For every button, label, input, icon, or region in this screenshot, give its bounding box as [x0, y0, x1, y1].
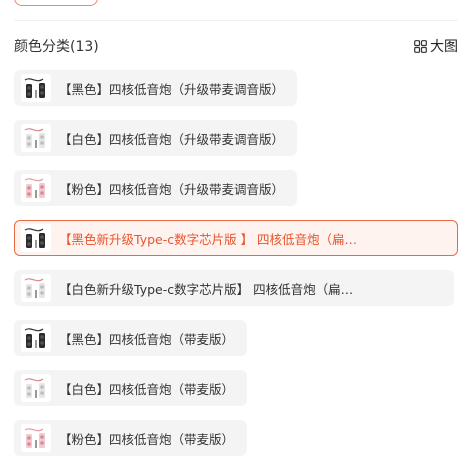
speaker-cone	[27, 386, 31, 390]
speaker-cone	[27, 392, 31, 396]
option-label: 【粉色】四核低音炮（升级带麦调音版）	[59, 181, 285, 197]
speaker-thumbnail	[21, 324, 51, 352]
speaker-cone	[40, 241, 44, 245]
speaker-cone	[40, 135, 44, 139]
speaker-stand	[35, 240, 37, 248]
color-category-header: 颜色分类(13) 大图	[14, 36, 458, 56]
color-option[interactable]: 【粉色】四核低音炮（带麦版）	[14, 420, 248, 456]
speaker-cone	[40, 185, 44, 189]
speaker-cone	[27, 192, 31, 196]
speaker-left	[26, 184, 32, 198]
speaker-stand	[35, 290, 37, 298]
speaker-left	[26, 334, 32, 348]
color-option[interactable]: 【黑色】四核低音炮（带麦版）	[14, 320, 248, 356]
color-category-title: 颜色分类(13)	[14, 39, 99, 55]
option-label: 【粉色】四核低音炮（带麦版）	[59, 431, 235, 447]
speaker-cone	[40, 191, 44, 195]
option-label: 【黑色】四核低音炮（升级带麦调音版）	[59, 81, 285, 97]
speaker-stand	[35, 390, 37, 398]
speaker-cone	[40, 235, 44, 239]
speaker-cone	[27, 236, 31, 240]
speaker-cone	[40, 141, 44, 145]
speaker-cone	[40, 91, 44, 95]
speaker-cone	[27, 292, 31, 296]
speaker-cone	[27, 142, 31, 146]
color-option[interactable]: 【白色】四核低音炮（带麦版）	[14, 370, 248, 406]
speaker-stand	[35, 440, 37, 448]
color-option[interactable]: 【白色】四核低音炮（升级带麦调音版）	[14, 120, 298, 156]
speaker-thumbnail	[21, 224, 51, 252]
color-option-selected[interactable]: 【黑色新升级Type-c数字芯片版 】 四核低音炮（扁…	[14, 220, 458, 256]
color-option[interactable]: 【黑色】四核低音炮（升级带麦调音版）	[14, 70, 298, 106]
previous-option-chip[interactable]	[14, 0, 98, 6]
speaker-cone	[40, 391, 44, 395]
speaker-left	[26, 134, 32, 148]
speaker-cone	[27, 242, 31, 246]
grid-icon	[414, 39, 427, 53]
large-image-label: 大图	[430, 39, 458, 55]
option-label: 【白色】四核低音炮（升级带麦调音版）	[59, 131, 285, 147]
speaker-left	[26, 234, 32, 248]
speaker-cone	[27, 342, 31, 346]
color-option[interactable]: 【粉色】四核低音炮（升级带麦调音版）	[14, 170, 298, 206]
speaker-cone	[27, 136, 31, 140]
speaker-thumbnail	[21, 374, 51, 402]
speaker-cone	[27, 186, 31, 190]
option-label: 【黑色】四核低音炮（带麦版）	[59, 331, 235, 347]
speaker-left	[26, 434, 32, 448]
speaker-left	[26, 384, 32, 398]
speaker-stand	[35, 340, 37, 348]
speaker-thumbnail	[21, 174, 51, 202]
color-options-list: 【黑色】四核低音炮（升级带麦调音版） 【白色】四核低音炮（升级带麦调音版） 【粉…	[14, 70, 458, 470]
divider	[14, 20, 458, 21]
option-label: 【白色】四核低音炮（带麦版）	[59, 381, 235, 397]
speaker-cone	[40, 285, 44, 289]
speaker-cone	[40, 385, 44, 389]
speaker-cone	[27, 442, 31, 446]
speaker-left	[26, 284, 32, 298]
speaker-thumbnail	[21, 424, 51, 452]
speaker-cone	[27, 86, 31, 90]
speaker-cone	[40, 341, 44, 345]
speaker-cone	[27, 286, 31, 290]
speaker-cone	[40, 441, 44, 445]
speaker-thumbnail	[21, 124, 51, 152]
color-option[interactable]: 【白色新升级Type-c数字芯片版】 四核低音炮（扁…	[14, 270, 454, 306]
option-label: 【黑色新升级Type-c数字芯片版 】 四核低音炮（扁…	[59, 231, 358, 247]
speaker-stand	[35, 190, 37, 198]
speaker-cone	[27, 92, 31, 96]
speaker-stand	[35, 140, 37, 148]
speaker-cone	[40, 335, 44, 339]
speaker-cone	[27, 336, 31, 340]
option-label: 【白色新升级Type-c数字芯片版】 四核低音炮（扁…	[59, 281, 354, 297]
speaker-cone	[40, 435, 44, 439]
large-image-toggle[interactable]: 大图	[414, 36, 458, 56]
speaker-cone	[40, 291, 44, 295]
speaker-cone	[27, 436, 31, 440]
speaker-stand	[35, 90, 37, 98]
speaker-thumbnail	[21, 74, 51, 102]
speaker-thumbnail	[21, 274, 51, 302]
speaker-cone	[40, 85, 44, 89]
speaker-left	[26, 84, 32, 98]
